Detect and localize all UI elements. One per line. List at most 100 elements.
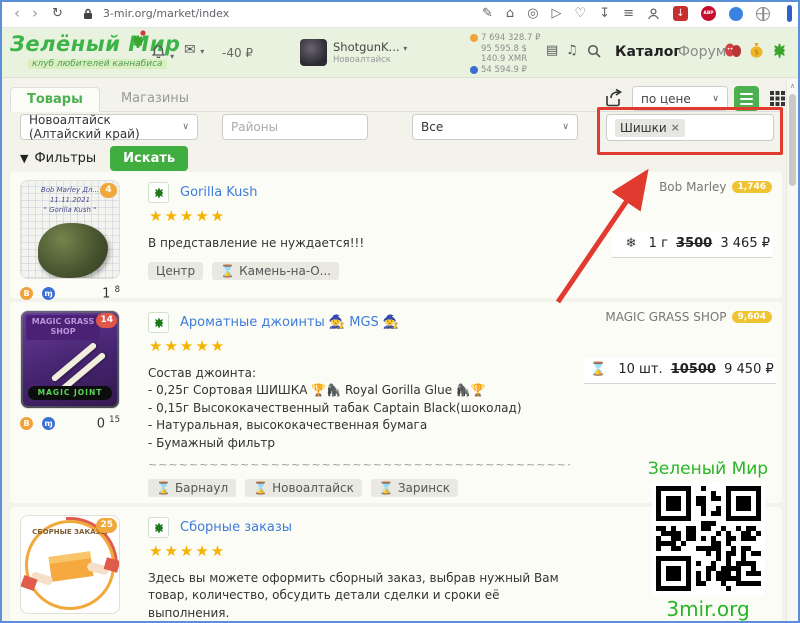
hourglass-icon: ⌛ [379,481,394,495]
refresh-icon[interactable]: ↻ [52,6,63,21]
districts-field [222,114,368,140]
extension-blue-icon[interactable] [729,7,743,21]
messages-icon[interactable]: ✉ ▾ [184,42,204,58]
music-icon[interactable]: ♫ [566,43,578,58]
chevron-down-icon: ∨ [562,122,569,132]
menu-icon[interactable]: ≡ [623,7,634,20]
calculator-icon[interactable]: ▤ [546,43,558,58]
nav-catalog[interactable]: Каталог [615,44,681,60]
send-icon[interactable]: ▷ [552,7,562,20]
cannabis-leaf-icon[interactable] [770,42,789,59]
payment-row: B ɱ 0 15 [20,415,120,431]
back-icon[interactable]: ‹ [14,6,20,21]
extension-abp-icon[interactable]: ABP [701,6,716,21]
product-image[interactable]: MAGIC GRASS SHOP MAGIC JOINT 14 [20,310,120,409]
search-icon[interactable] [587,44,601,58]
messages-caret-icon: ▾ [200,47,204,56]
logo-flower [140,30,145,35]
rate-xmr: 140.9 XMR [481,54,527,65]
search-button[interactable]: Искать [110,146,188,171]
lock-icon [83,8,93,20]
site-header: Зелёный Мир клуб любителей каннабиса ▾ ✉… [0,28,800,78]
seller-name[interactable]: Bob Marley [659,180,726,194]
product-image[interactable]: Bob Marley Дл... 11.11.2021 " Gorilla Ku… [20,180,120,279]
shop-banner: MAGIC GRASS SHOP [26,315,100,340]
user-name: ShotgunK... [333,40,400,54]
scrollbar[interactable]: ∧ [786,79,798,621]
category-leaf-icon [148,182,169,203]
check-badge-icon[interactable]: ◎ [527,7,538,20]
nav-forum[interactable]: Форум [678,44,726,60]
snowflake-icon: ❄ [626,236,637,251]
avatar[interactable] [300,39,327,66]
price-row[interactable]: ⌛ 10 шт. 10500 9 450 ₽ [584,358,776,384]
product-title-link[interactable]: Gorilla Kush [180,185,257,200]
remove-tag-icon[interactable]: × [671,121,680,134]
photo-count-badge: 25 [96,518,117,533]
product-description: В представление не нуждается!!! [148,235,570,252]
photo-count-badge: 4 [100,183,117,198]
category-leaf-icon [148,312,169,333]
user-menu[interactable]: ShotgunK... ▾ Новоалтайск [333,40,407,65]
product-card-gorilla-kush: Bob Marley Дл... 11.11.2021 " Gorilla Ku… [10,172,782,298]
rate-btc: 7 694 328.7 ₽ [481,33,540,44]
money-bag-icon[interactable]: $ [749,42,764,58]
product-title-link[interactable]: Ароматные джоинты 🧙 MGS 🧙 [180,315,399,330]
logo-leaf-icon [128,30,148,48]
hourglass-icon: ⌛ [253,481,268,495]
district-tag[interactable]: ⌛Камень-на-О... [212,262,339,280]
district-tag[interactable]: ⌛Барнаул [148,479,236,497]
download-icon[interactable]: ↧ [599,7,610,20]
tab-products[interactable]: Товары [10,87,100,112]
tag-label: Шишки [620,121,667,135]
masks-icon[interactable] [724,43,742,58]
filters-toggle[interactable]: ▼ Фильтры [20,151,96,166]
category-select[interactable]: Все ∨ [412,114,578,140]
forward-icon[interactable]: › [32,6,38,21]
window-edge-pill [787,5,792,22]
url-bar[interactable]: 3-mir.org/market/index [103,7,229,20]
separator-line: ~~~~~~~~~~~~~~~~~~~~~~~~~~~~~~~~~~~~~~~~… [148,458,570,471]
btc-pay-icon: B [20,417,33,430]
scroll-up-icon[interactable]: ∧ [787,79,798,90]
cannabis-bud [38,223,108,278]
districts-input[interactable] [231,120,359,134]
notifications-bell-icon[interactable]: ▾ [152,44,174,63]
xmr-pay-icon: ɱ [42,417,55,430]
price-row[interactable]: ❄ 1 г 3500 3 465 ₽ [612,232,772,258]
scrollbar-thumb[interactable] [789,94,796,186]
home-icon[interactable]: ⌂ [506,7,514,20]
district-tag[interactable]: ⌛Новоалтайск [245,479,362,497]
watermark: Зеленый Мир 3mir.org [638,459,778,621]
filters-label: Фильтры [34,151,96,166]
extension-globe-icon[interactable] [756,7,770,21]
magic-joint-ribbon: MAGIC JOINT [28,386,112,400]
alt-coin-icon [470,66,478,74]
user-city: Новоалтайск [333,55,407,65]
balance-label[interactable]: -40 ₽ [222,46,253,60]
price-old: 3500 [676,236,712,251]
category-value: Все [421,120,443,134]
profile-icon[interactable] [647,7,660,20]
user-caret-icon: ▾ [403,44,407,53]
rating-stars: ★★★★★ [149,207,570,225]
seller-name[interactable]: MAGIC GRASS SHOP [605,310,726,324]
rating-stars: ★★★★★ [149,542,570,560]
city-select[interactable]: Новоалтайск (Алтайский край) ∨ [20,114,198,140]
chevron-down-icon: ∨ [182,122,189,132]
hourglass-icon: ⌛ [220,264,235,278]
rate-usd: 95 595.8 $ [481,44,527,55]
heart-icon[interactable]: ♡ [575,7,587,20]
category-leaf-icon [148,517,169,538]
product-title-link[interactable]: Сборные заказы [180,520,292,535]
tag-chip-shishki[interactable]: Шишки × [615,119,685,137]
xmr-pay-icon: ɱ [42,287,55,300]
tags-input[interactable]: Шишки × [606,114,774,141]
product-image[interactable]: СБОРНЫЕ ЗАКАЗЫ 25 [20,515,120,614]
watermark-domain: 3mir.org [638,597,778,621]
district-tag[interactable]: Центр [148,262,203,280]
district-tag[interactable]: ⌛Заринск [371,479,458,497]
extension-download-icon[interactable]: ↓ [673,6,688,21]
compose-icon[interactable]: ✎ [482,7,493,20]
tab-shops[interactable]: Магазины [105,87,205,110]
